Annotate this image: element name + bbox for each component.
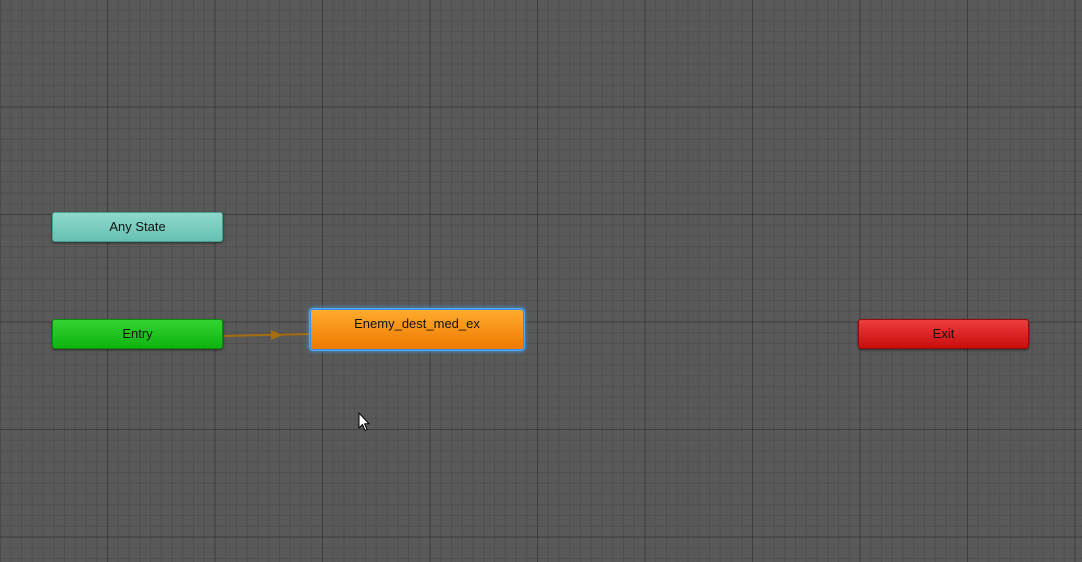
node-any-state-label: Any State (109, 219, 166, 234)
node-state-label: Enemy_dest_med_ex (354, 316, 480, 331)
node-any-state[interactable]: Any State (52, 212, 223, 242)
mouse-cursor-icon (358, 412, 370, 431)
node-entry-label: Entry (122, 326, 153, 341)
node-entry[interactable]: Entry (52, 319, 223, 349)
animator-graph-canvas[interactable] (0, 0, 1082, 562)
node-exit[interactable]: Exit (858, 319, 1029, 349)
node-exit-label: Exit (932, 326, 955, 341)
node-state-enemy-dest-med-ex[interactable]: Enemy_dest_med_ex (310, 309, 524, 350)
